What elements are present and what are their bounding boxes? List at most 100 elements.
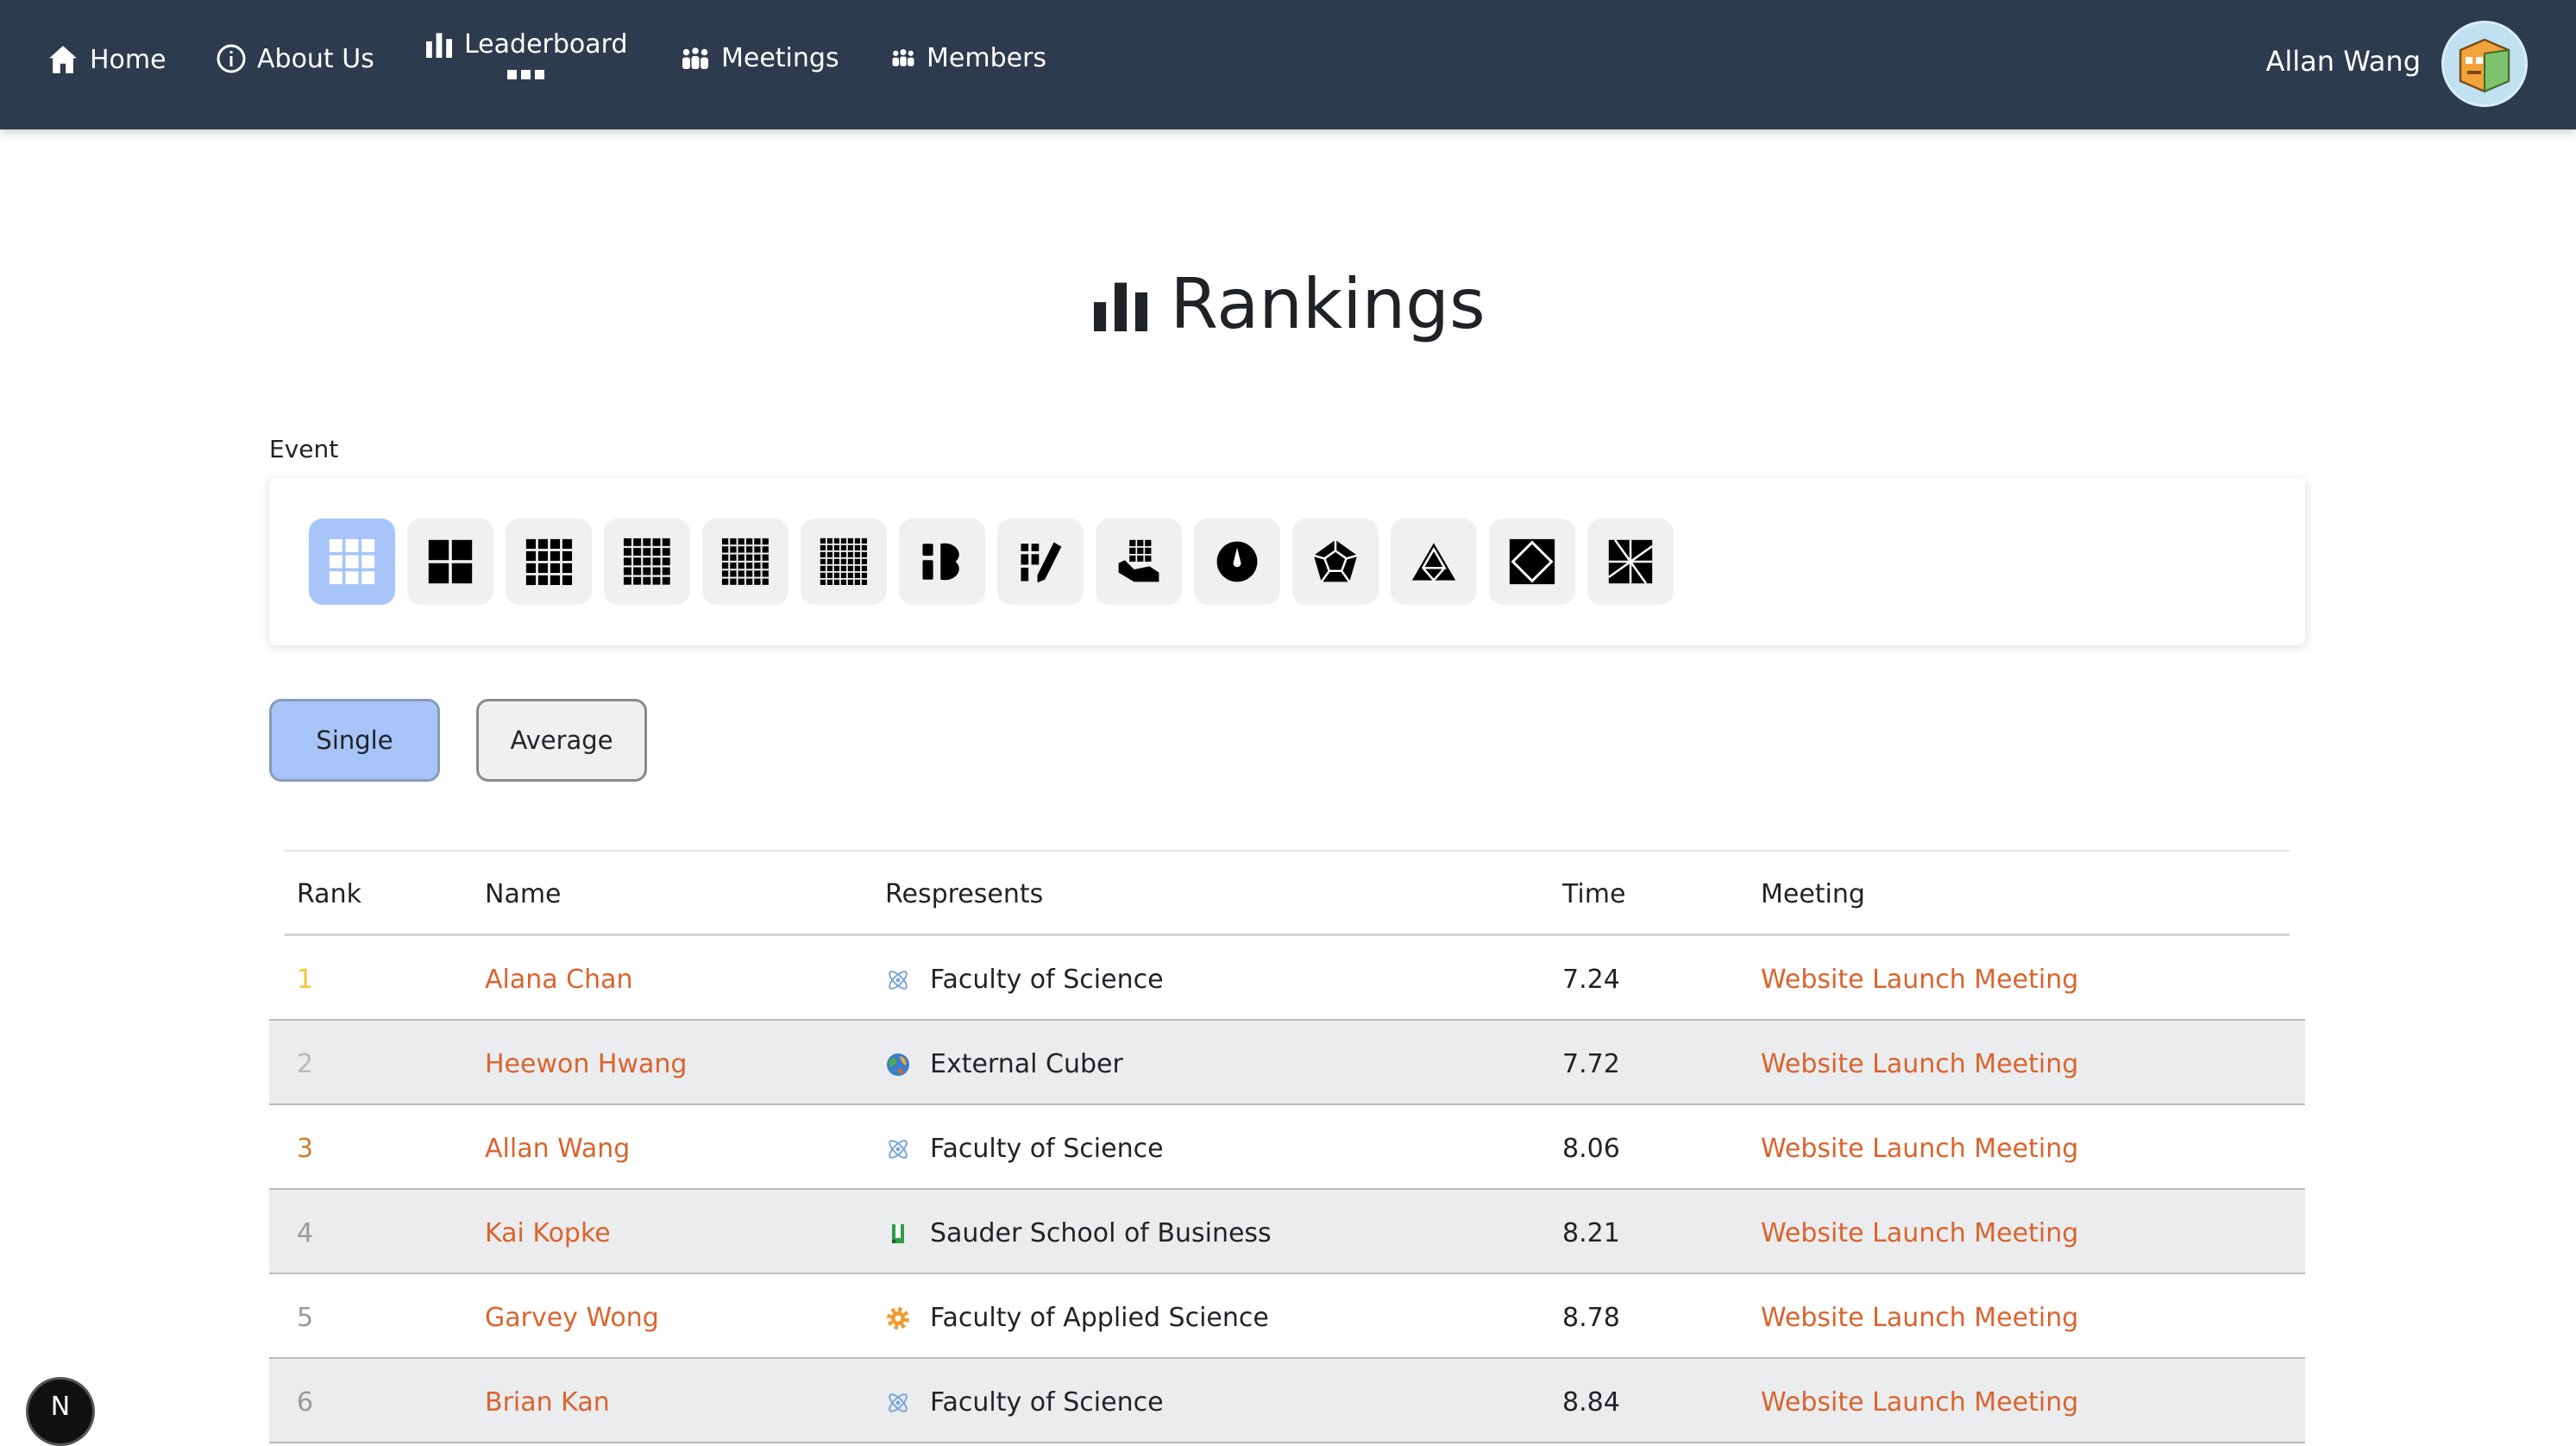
page-title: Rankings — [0, 264, 2576, 344]
meetings-icon — [682, 47, 708, 69]
event-selector — [269, 478, 2305, 645]
single-toggle-button[interactable]: Single — [269, 699, 440, 782]
event-square1-button[interactable] — [1587, 519, 1674, 605]
gear-icon — [885, 1305, 911, 1331]
rank-cell: 5 — [297, 1303, 314, 1333]
nav-members-label: Members — [927, 43, 1047, 73]
clock-icon — [1216, 541, 1258, 582]
table-row: 4 Kai Kopke Sauder School of Business 8.… — [269, 1190, 2305, 1274]
name-link[interactable]: Kai Kopke — [485, 1218, 611, 1248]
nav-leaderboard-row: Leaderboard — [424, 29, 628, 60]
meeting-link[interactable]: Website Launch Meeting — [1761, 965, 2078, 995]
represents-cell: Faculty of Science — [885, 1134, 1164, 1164]
time-cell: 8.21 — [1562, 1218, 1620, 1248]
table-row: 2 Heewon Hwang External Cuber 7.72 Websi… — [269, 1021, 2305, 1105]
nav-leaderboard[interactable]: Leaderboard — [424, 29, 628, 79]
6x6-icon — [721, 538, 770, 586]
top-navbar: Home About Us Leaderboard Meetings Membe… — [0, 0, 2576, 129]
event-label: Event — [269, 435, 339, 463]
active-indicator — [507, 70, 545, 79]
time-cell: 7.72 — [1562, 1049, 1620, 1079]
table-row: 3 Allan Wang Faculty of Science 8.06 Web… — [269, 1105, 2305, 1190]
event-4x4-button[interactable] — [506, 519, 592, 605]
represents-cell: Faculty of Applied Science — [885, 1303, 1269, 1333]
event-pyraminx-button[interactable] — [1391, 519, 1477, 605]
meeting-link[interactable]: Website Launch Meeting — [1761, 1218, 2078, 1248]
page-title-text: Rankings — [1170, 264, 1486, 344]
cube-avatar-icon — [2459, 38, 2510, 93]
nextjs-badge[interactable]: N — [26, 1377, 95, 1446]
represents-label: Faculty of Science — [930, 1134, 1164, 1164]
name-link[interactable]: Alana Chan — [485, 965, 633, 995]
rank-cell: 1 — [297, 965, 314, 995]
2x2-icon — [428, 539, 473, 584]
table-row: 5 Garvey Wong Faculty of Applied Science… — [269, 1274, 2305, 1359]
5x5-icon — [623, 538, 671, 586]
pyraminx-icon — [1411, 543, 1456, 582]
3x3-blindfolded-icon — [922, 543, 959, 581]
represents-label: External Cuber — [930, 1049, 1123, 1079]
table-row: 6 Brian Kan Faculty of Science 8.84 Webs… — [269, 1359, 2305, 1443]
user-name[interactable]: Allan Wang — [2265, 45, 2421, 78]
event-2x2-button[interactable] — [407, 519, 493, 605]
nav-home-label: Home — [90, 44, 166, 75]
sauder-icon — [885, 1221, 911, 1247]
header-name[interactable]: Name — [485, 879, 562, 909]
event-oh-button[interactable] — [1096, 519, 1182, 605]
megaminx-icon — [1313, 539, 1358, 583]
avatar[interactable] — [2441, 21, 2528, 107]
nav-leaderboard-label: Leaderboard — [464, 29, 628, 60]
represents-label: Faculty of Science — [930, 965, 1164, 995]
atom-icon — [885, 1136, 911, 1162]
name-link[interactable]: Garvey Wong — [485, 1303, 659, 1333]
meeting-link[interactable]: Website Launch Meeting — [1761, 1303, 2078, 1333]
table-row: 1 Alana Chan Faculty of Science 7.24 Web… — [269, 936, 2305, 1021]
nav-about-label: About Us — [257, 43, 374, 74]
represents-cell: Sauder School of Business — [885, 1218, 1272, 1248]
represents-cell: Faculty of Science — [885, 965, 1164, 995]
nav-home[interactable]: Home — [47, 43, 166, 76]
table-header: Rank Name Respresents Time Meeting — [285, 850, 2290, 936]
3x3-icon — [329, 538, 375, 585]
name-link[interactable]: Allan Wang — [485, 1134, 630, 1164]
header-represents[interactable]: Respresents — [885, 879, 1043, 909]
time-cell: 8.06 — [1562, 1134, 1620, 1164]
event-3x3-button[interactable] — [309, 519, 395, 605]
name-link[interactable]: Heewon Hwang — [485, 1049, 687, 1079]
event-skewb-button[interactable] — [1489, 519, 1575, 605]
header-rank[interactable]: Rank — [297, 879, 361, 909]
average-toggle-button[interactable]: Average — [476, 699, 647, 782]
fewest-moves-icon — [1021, 542, 1062, 583]
rankings-table: Rank Name Respresents Time Meeting 1 Ala… — [269, 850, 2305, 1443]
event-clock-button[interactable] — [1194, 519, 1280, 605]
atom-icon — [885, 967, 911, 993]
home-icon — [49, 46, 77, 73]
atom-icon — [885, 1390, 911, 1416]
4x4-icon — [525, 538, 573, 586]
event-7x7-button[interactable] — [801, 519, 887, 605]
represents-label: Faculty of Applied Science — [930, 1303, 1269, 1333]
nav-members[interactable]: Members — [890, 43, 1046, 73]
header-meeting[interactable]: Meeting — [1761, 879, 1865, 909]
event-5x5-button[interactable] — [604, 519, 690, 605]
nav-about[interactable]: About Us — [216, 43, 374, 74]
one-handed-icon — [1118, 539, 1159, 582]
represents-cell: External Cuber — [885, 1049, 1123, 1079]
members-icon — [892, 48, 914, 66]
event-3bld-button[interactable] — [899, 519, 985, 605]
meeting-link[interactable]: Website Launch Meeting — [1761, 1049, 2078, 1079]
event-megaminx-button[interactable] — [1292, 519, 1379, 605]
time-cell: 7.24 — [1562, 965, 1620, 995]
info-icon — [217, 44, 246, 73]
nav-meetings[interactable]: Meetings — [680, 43, 839, 73]
bar-chart-icon — [1094, 282, 1148, 331]
event-fmc-button[interactable] — [997, 519, 1084, 605]
skewb-icon — [1509, 538, 1555, 585]
event-6x6-button[interactable] — [702, 519, 789, 605]
nav-meetings-label: Meetings — [721, 43, 839, 73]
meeting-link[interactable]: Website Launch Meeting — [1761, 1134, 2078, 1164]
square-1-icon — [1608, 539, 1653, 584]
rank-cell: 4 — [297, 1218, 314, 1248]
rank-cell: 3 — [297, 1134, 314, 1164]
header-time[interactable]: Time — [1562, 879, 1625, 909]
